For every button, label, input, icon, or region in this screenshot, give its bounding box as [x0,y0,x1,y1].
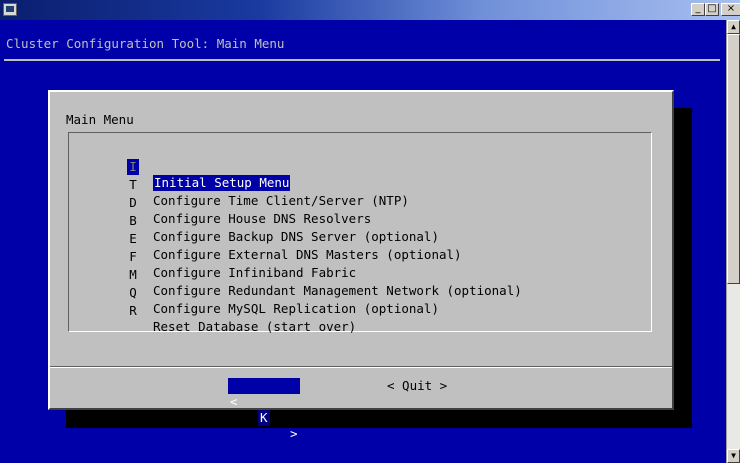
vertical-scrollbar[interactable]: ▲ ▼ [726,20,740,463]
ok-button-left-bracket: < [230,394,238,409]
ok-button[interactable]: < K > [228,378,300,441]
close-button[interactable]: × [721,3,740,16]
main-menu-dialog: Main Menu I Initial Setup Menu T Configu… [48,90,674,441]
menu-item-reset-database[interactable]: R Reset Database (start over) [69,287,356,334]
menu-item-label: Reset Database (start over) [153,319,357,334]
menu-item-label: Configure Backup DNS Server (optional) [153,229,439,244]
menu-item-label: Configure MySQL Replication (optional) [153,301,439,316]
menu-item-tag: R [129,303,137,318]
ok-button-right-bracket: > [290,426,298,441]
terminal-screen[interactable]: Cluster Configuration Tool: Main Menu Ma… [0,20,726,463]
menu-item-backup-dns[interactable]: B Configure Backup DNS Server (optional) [69,197,439,244]
window-title-bar[interactable]: _ □ × [0,0,740,20]
maximize-button[interactable]: □ [705,3,719,16]
button-separator [50,366,672,368]
ok-button-label: K [258,410,270,426]
menu-item-label: Initial Setup Menu [153,175,291,191]
menu-item-external-dns[interactable]: E Configure External DNS Masters (option… [69,215,461,262]
menu-item-initial-setup[interactable]: I Initial Setup Menu [69,143,291,191]
menu-item-label: Configure External DNS Masters (optional… [153,247,462,262]
menu-item-label: Configure Infiniband Fabric [153,265,357,280]
menu-item-label: Configure Time Client/Server (NTP) [153,193,409,208]
backtitle: Cluster Configuration Tool: Main Menu [6,36,285,51]
scroll-up-arrow-icon[interactable]: ▲ [727,20,740,34]
menu-list: I Initial Setup Menu T Configure Time Cl… [68,132,652,334]
quit-button[interactable]: < Quit > [387,378,447,394]
dialog-title: Main Menu [66,112,134,127]
menu-item-time-client[interactable]: T Configure Time Client/Server (NTP) [69,161,409,208]
terminal-app-icon[interactable] [3,3,17,16]
menu-item-infiniband[interactable]: F Configure Infiniband Fabric [69,233,356,280]
scroll-down-arrow-icon[interactable]: ▼ [727,449,740,463]
minimize-button[interactable]: _ [691,3,705,16]
menu-item-redundant-mgmt[interactable]: M Configure Redundant Management Network… [69,251,522,298]
menu-item-house-dns[interactable]: D Configure House DNS Resolvers [69,179,371,226]
menu-item-label: Configure Redundant Management Network (… [153,283,522,298]
menu-item-label: Configure House DNS Resolvers [153,211,372,226]
menu-item-mysql-replication[interactable]: Q Configure MySQL Replication (optional) [69,269,439,316]
scrollbar-thumb[interactable] [727,34,740,284]
backtitle-underline [4,59,720,61]
